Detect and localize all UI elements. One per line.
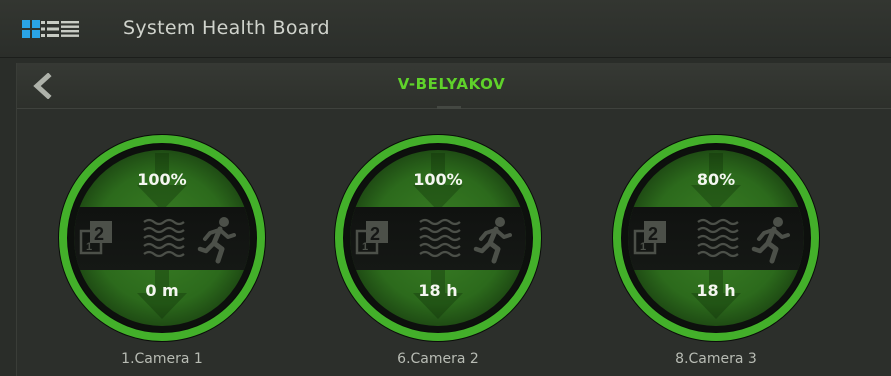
camera-health-percent: 100% xyxy=(413,170,463,189)
camera-tile[interactable]: 80% 18 h 8.Camera 3 xyxy=(611,133,823,376)
server-header: V-BELYAKOV xyxy=(17,63,891,109)
server-name: V-BELYAKOV xyxy=(397,75,506,93)
camera-uptime: 0 m xyxy=(145,281,179,300)
subbar-indicator xyxy=(437,106,461,109)
camera-name: 6.Camera 2 xyxy=(397,351,479,367)
camera-name: 1.Camera 1 xyxy=(121,351,203,367)
camera-health-gauge xyxy=(611,133,823,345)
camera-name: 8.Camera 3 xyxy=(675,351,757,367)
lines-view-icon[interactable] xyxy=(61,20,79,38)
page-title: System Health Board xyxy=(123,17,330,39)
camera-health-gauge xyxy=(333,133,545,345)
camera-tile[interactable]: 100% 18 h 6.Camera 2 xyxy=(333,133,545,376)
camera-uptime: 18 h xyxy=(696,281,736,300)
list-view-icon[interactable] xyxy=(41,20,59,38)
camera-health-gauge xyxy=(57,133,269,345)
camera-tile[interactable]: 100% 0 m 1.Camera 1 xyxy=(57,133,269,376)
camera-health-percent: 80% xyxy=(696,170,736,189)
grid-view-icon[interactable] xyxy=(22,20,40,38)
camera-uptime: 18 h xyxy=(418,281,458,300)
header-bar: System Health Board xyxy=(0,0,891,58)
camera-health-percent: 100% xyxy=(137,170,187,189)
